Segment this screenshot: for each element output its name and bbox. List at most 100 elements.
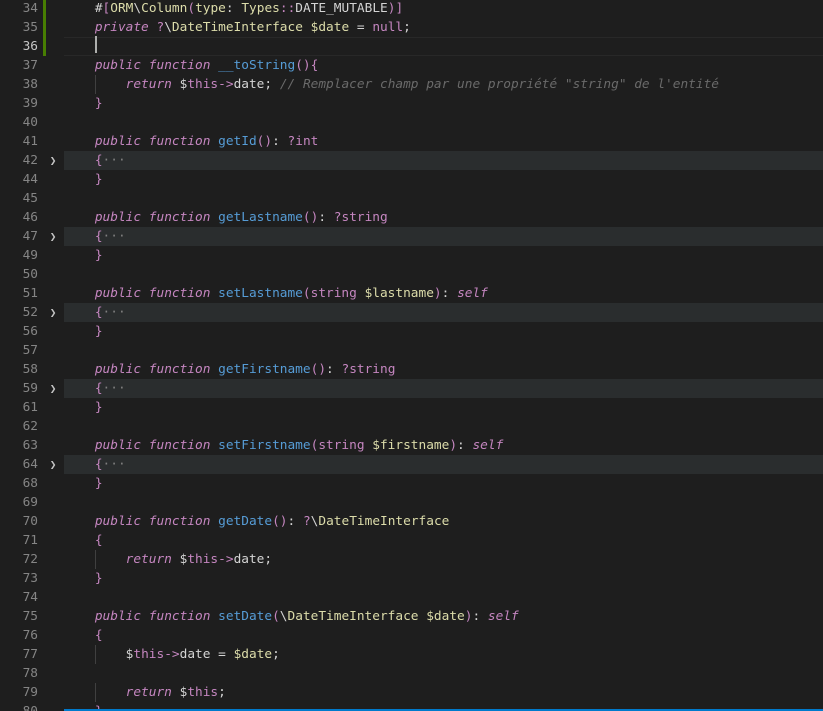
- code-line[interactable]: 68 }: [0, 474, 823, 493]
- code-line[interactable]: 35 private ?\DateTimeInterface $date = n…: [0, 18, 823, 37]
- code-line-area[interactable]: [64, 37, 823, 56]
- line-number: 46: [22, 210, 38, 225]
- code-line-area[interactable]: {···: [64, 151, 823, 170]
- code-line[interactable]: 79 return $this;: [0, 683, 823, 702]
- line-number: 58: [22, 362, 38, 377]
- code-text: public function __toString(){: [94, 58, 319, 73]
- code-text: {···: [94, 229, 126, 244]
- code-line-area[interactable]: public function getLastname(): ?string: [64, 208, 823, 227]
- chevron-right-icon[interactable]: ❯: [46, 455, 60, 474]
- code-line[interactable]: 57: [0, 341, 823, 360]
- code-line[interactable]: 41 public function getId(): ?int: [0, 132, 823, 151]
- chevron-right-icon[interactable]: ❯: [46, 227, 60, 246]
- code-line-area[interactable]: public function setLastname(string $last…: [64, 284, 823, 303]
- code-line[interactable]: 46 public function getLastname(): ?strin…: [0, 208, 823, 227]
- code-line-area[interactable]: [64, 493, 823, 512]
- code-line-area[interactable]: public function getFirstname(): ?string: [64, 360, 823, 379]
- code-line-area[interactable]: public function __toString(){: [64, 56, 823, 75]
- code-line-area[interactable]: return $this->date; // Remplacer champ p…: [64, 75, 823, 94]
- code-line-area[interactable]: {···: [64, 455, 823, 474]
- code-line-area[interactable]: }: [64, 322, 823, 341]
- code-line-area[interactable]: }: [64, 398, 823, 417]
- code-line[interactable]: 75 public function setDate(\DateTimeInte…: [0, 607, 823, 626]
- code-line[interactable]: 47 ❯ {···: [0, 227, 823, 246]
- chevron-right-icon[interactable]: ❯: [46, 379, 60, 398]
- code-line-area[interactable]: [64, 265, 823, 284]
- line-number: 39: [22, 96, 38, 111]
- code-line[interactable]: 36: [0, 37, 823, 56]
- code-line[interactable]: 49 }: [0, 246, 823, 265]
- code-line[interactable]: 74: [0, 588, 823, 607]
- code-line-area[interactable]: {···: [64, 227, 823, 246]
- code-line[interactable]: 62: [0, 417, 823, 436]
- code-line-area[interactable]: [64, 189, 823, 208]
- code-line[interactable]: 56 }: [0, 322, 823, 341]
- code-line[interactable]: 77 $this->date = $date;: [0, 645, 823, 664]
- code-line[interactable]: 71 {: [0, 531, 823, 550]
- code-text: return $this->date; // Remplacer champ p…: [125, 77, 719, 92]
- code-editor[interactable]: 34 #[ORM\Column(type: Types::DATE_MUTABL…: [0, 0, 823, 711]
- code-line-area[interactable]: [64, 341, 823, 360]
- code-line-area[interactable]: public function setFirstname(string $fir…: [64, 436, 823, 455]
- code-line[interactable]: 37 public function __toString(){: [0, 56, 823, 75]
- code-line[interactable]: 61 }: [0, 398, 823, 417]
- code-line[interactable]: 73 }: [0, 569, 823, 588]
- code-line[interactable]: 69: [0, 493, 823, 512]
- code-text: }: [94, 571, 103, 586]
- line-number: 61: [22, 400, 38, 415]
- code-line-area[interactable]: public function getId(): ?int: [64, 132, 823, 151]
- code-text: public function setDate(\DateTimeInterfa…: [94, 609, 519, 624]
- code-line-area[interactable]: public function getDate(): ?\DateTimeInt…: [64, 512, 823, 531]
- code-line[interactable]: 51 public function setLastname(string $l…: [0, 284, 823, 303]
- code-line[interactable]: 78: [0, 664, 823, 683]
- code-line[interactable]: 59 ❯ {···: [0, 379, 823, 398]
- code-line[interactable]: 50: [0, 265, 823, 284]
- code-line[interactable]: 42 ❯ {···: [0, 151, 823, 170]
- line-number: 44: [22, 172, 38, 187]
- line-number: 45: [22, 191, 38, 206]
- code-line-area[interactable]: return $this;: [64, 683, 823, 702]
- code-line-area[interactable]: [64, 588, 823, 607]
- chevron-right-icon[interactable]: ❯: [46, 151, 60, 170]
- code-line-area[interactable]: #[ORM\Column(type: Types::DATE_MUTABLE)]: [64, 0, 823, 18]
- code-line[interactable]: 64 ❯ {···: [0, 455, 823, 474]
- code-text: }: [94, 248, 103, 263]
- code-text: public function getDate(): ?\DateTimeInt…: [94, 514, 450, 529]
- code-line-area[interactable]: public function setDate(\DateTimeInterfa…: [64, 607, 823, 626]
- line-number: 36: [22, 39, 38, 54]
- code-line-area[interactable]: {: [64, 531, 823, 550]
- code-line-area[interactable]: }: [64, 246, 823, 265]
- code-line[interactable]: 40: [0, 113, 823, 132]
- code-line-area[interactable]: [64, 417, 823, 436]
- line-number: 52: [22, 305, 38, 320]
- code-line-area[interactable]: [64, 664, 823, 683]
- code-line-area[interactable]: {: [64, 626, 823, 645]
- code-line[interactable]: 38 return $this->date; // Remplacer cham…: [0, 75, 823, 94]
- code-line[interactable]: 52 ❯ {···: [0, 303, 823, 322]
- code-line-area[interactable]: $this->date = $date;: [64, 645, 823, 664]
- code-line[interactable]: 70 public function getDate(): ?\DateTime…: [0, 512, 823, 531]
- code-line-area[interactable]: private ?\DateTimeInterface $date = null…: [64, 18, 823, 37]
- code-line-area[interactable]: }: [64, 94, 823, 113]
- code-line[interactable]: 34 #[ORM\Column(type: Types::DATE_MUTABL…: [0, 0, 823, 18]
- code-text: public function getLastname(): ?string: [94, 210, 388, 225]
- line-number: 77: [22, 647, 38, 662]
- code-line[interactable]: 45: [0, 189, 823, 208]
- code-line[interactable]: 76 {: [0, 626, 823, 645]
- code-line[interactable]: 39 }: [0, 94, 823, 113]
- chevron-right-icon[interactable]: ❯: [46, 303, 60, 322]
- code-line-area[interactable]: }: [64, 170, 823, 189]
- code-line-area[interactable]: {···: [64, 379, 823, 398]
- code-line-area[interactable]: {···: [64, 303, 823, 322]
- code-line-area[interactable]: }: [64, 474, 823, 493]
- code-line[interactable]: 58 public function getFirstname(): ?stri…: [0, 360, 823, 379]
- code-line[interactable]: 44 }: [0, 170, 823, 189]
- code-text: {: [94, 533, 103, 548]
- indent-guide: [95, 550, 96, 569]
- code-line-area[interactable]: return $this->date;: [64, 550, 823, 569]
- code-line-area[interactable]: }: [64, 569, 823, 588]
- code-line[interactable]: 63 public function setFirstname(string $…: [0, 436, 823, 455]
- indent-guide: [95, 75, 96, 94]
- code-line-area[interactable]: [64, 113, 823, 132]
- code-line[interactable]: 72 return $this->date;: [0, 550, 823, 569]
